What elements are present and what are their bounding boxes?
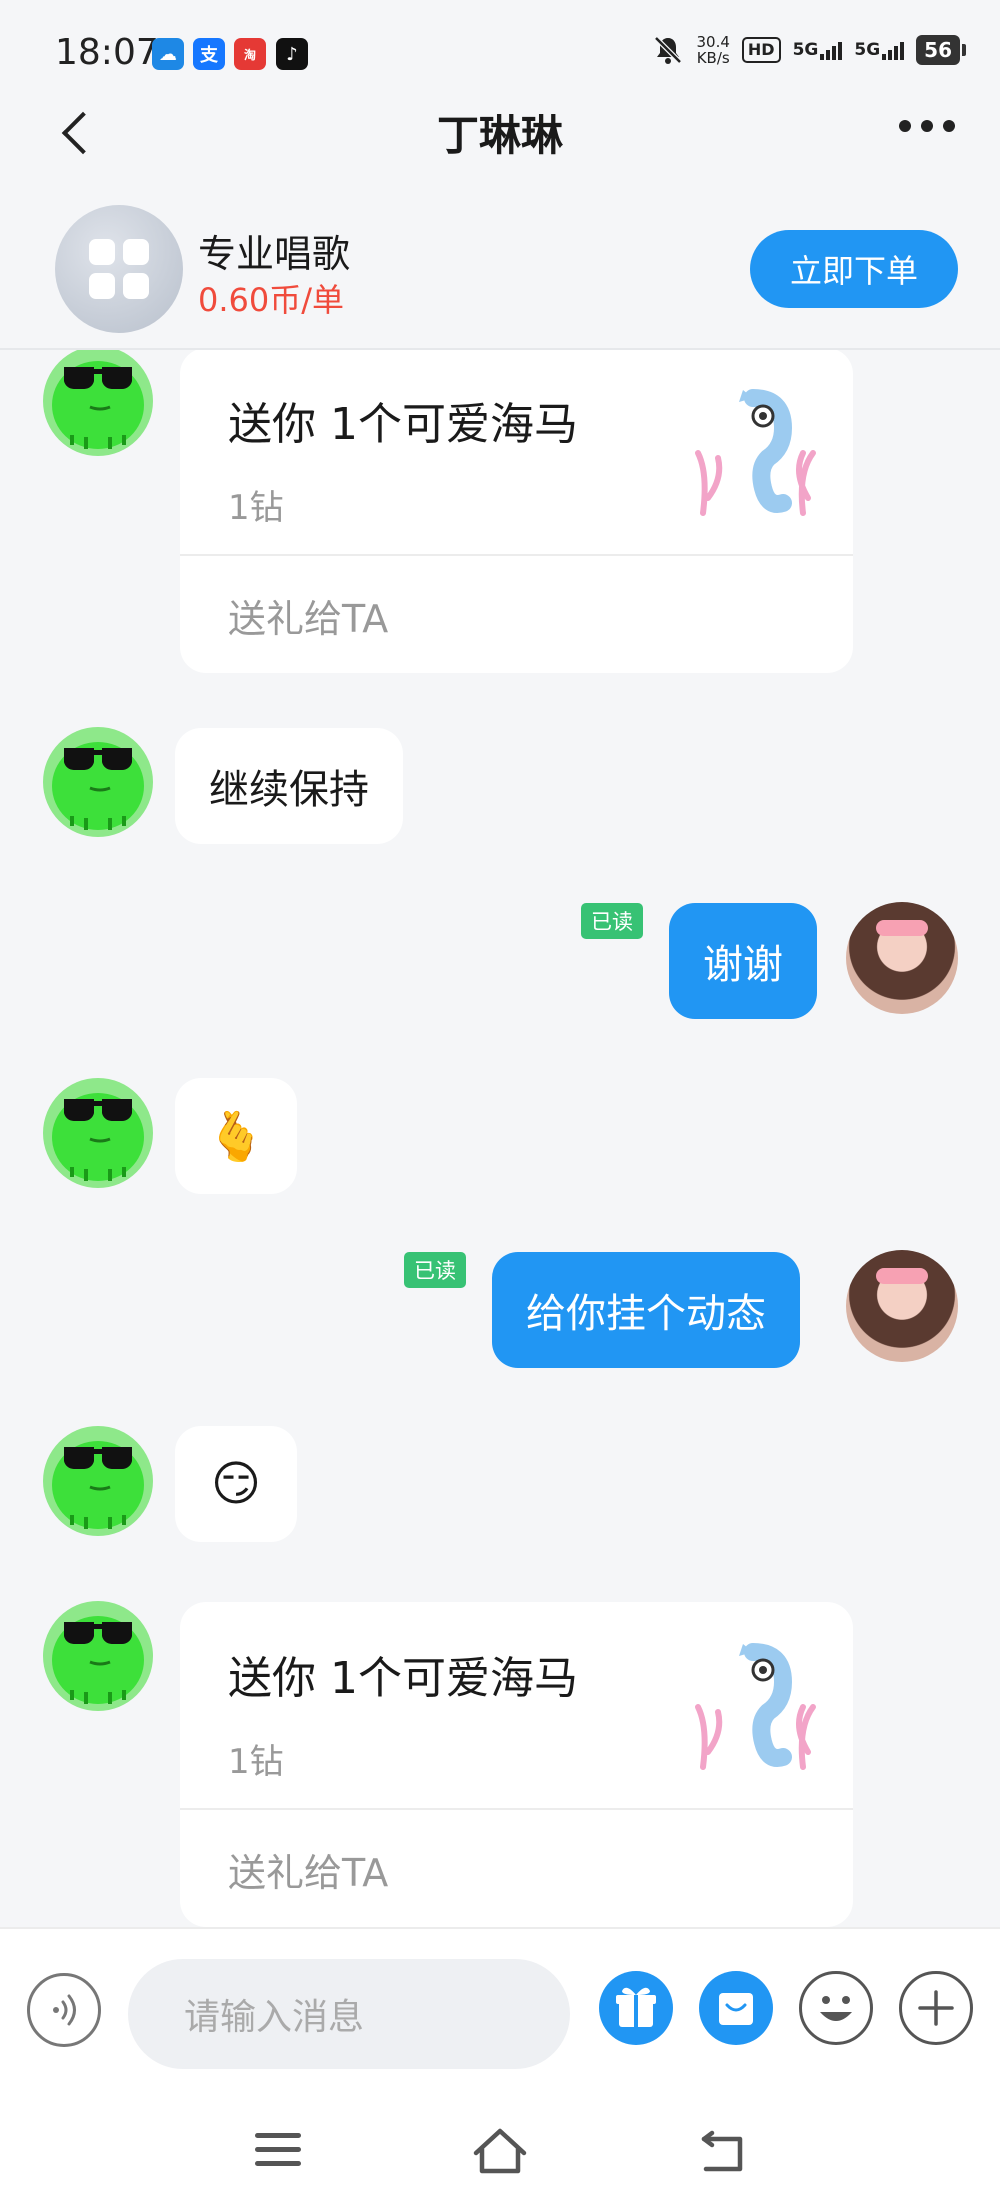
emoji-message[interactable]: 🫰 <box>175 1078 297 1194</box>
taobao-icon: 淘 <box>234 38 266 70</box>
seahorse-gift-icon <box>695 389 816 516</box>
contact-avatar[interactable] <box>42 350 154 457</box>
contact-avatar[interactable] <box>42 1077 154 1189</box>
seahorse-gift-icon <box>695 1643 816 1770</box>
shop-button[interactable] <box>699 1971 773 2045</box>
emoji-button[interactable] <box>799 1971 873 2045</box>
gift-icon <box>616 1987 656 2027</box>
send-gift-button[interactable]: 送礼给TA <box>228 588 388 643</box>
contact-avatar[interactable] <box>42 726 154 838</box>
page-title: 丁琳琳 <box>436 111 563 160</box>
message-input[interactable]: 请输入消息 <box>128 1959 570 2069</box>
send-gift-button[interactable]: 送礼给TA <box>228 1842 388 1897</box>
input-bar: 请输入消息 <box>0 1927 1000 2099</box>
read-receipt-badge: 已读 <box>581 903 643 939</box>
gift-message-card[interactable]: 送你 1个可爱海马 1钻 送礼给TA <box>180 350 853 673</box>
alipay-icon: 支 <box>193 38 225 70</box>
order-now-button[interactable]: 立即下单 <box>750 230 958 308</box>
signal-2: 5G <box>854 40 905 60</box>
message-bubble[interactable]: 继续保持 <box>175 728 403 844</box>
grid-icon <box>89 239 115 265</box>
battery-indicator: 56 <box>916 35 966 65</box>
status-time: 18:07 <box>55 32 159 73</box>
gift-divider <box>180 1808 853 1810</box>
my-avatar[interactable] <box>846 1250 958 1362</box>
emoji-message[interactable]: 😏 <box>175 1426 297 1542</box>
gift-message-card[interactable]: 送你 1个可爱海马 1钻 送礼给TA <box>180 1602 853 1927</box>
chat-messages[interactable]: 送你 1个可爱海马 1钻 送礼给TA 继续保持 已读 谢谢 🫰 已读 给你挂个动… <box>0 350 1000 1927</box>
signal-1: 5G <box>793 40 843 60</box>
voice-icon <box>53 1994 76 2026</box>
status-right: 30.4 KB/s HD 5G 5G 56 <box>652 33 966 67</box>
message-bubble[interactable]: 谢谢 <box>669 903 817 1019</box>
dot-icon <box>921 120 933 132</box>
signal-bars-icon <box>882 42 905 60</box>
more-actions-button[interactable] <box>899 1971 973 2045</box>
more-button[interactable] <box>899 120 955 132</box>
gift-button[interactable] <box>599 1971 673 2045</box>
chat-header: 丁琳琳 <box>0 90 1000 168</box>
signal-bars-icon <box>820 42 843 60</box>
plus-icon <box>918 1990 954 2026</box>
my-avatar[interactable] <box>846 902 958 1014</box>
net-speed: 30.4 KB/s <box>696 33 730 67</box>
gift-title: 送你 1个可爱海马 <box>228 1653 578 1704</box>
mute-bell-icon <box>654 36 683 64</box>
hd-badge: HD <box>741 37 781 63</box>
dot-icon <box>899 120 911 132</box>
contact-avatar[interactable] <box>42 1600 154 1712</box>
service-avatar <box>55 205 183 333</box>
shopping-bag-icon <box>719 1993 753 2025</box>
service-price: 0.60币/单 <box>198 281 345 319</box>
contact-avatar[interactable] <box>42 1425 154 1537</box>
gift-title: 送你 1个可爱海马 <box>228 399 578 450</box>
dot-icon <box>943 120 955 132</box>
service-name: 专业唱歌 <box>198 232 351 276</box>
gift-amount: 1钻 <box>228 1742 284 1782</box>
baidu-netdisk-icon: ☁ <box>152 38 184 70</box>
message-bubble[interactable]: 给你挂个动态 <box>492 1252 800 1368</box>
service-card: 专业唱歌 0.60币/单 立即下单 <box>0 195 1000 350</box>
back-nav-button[interactable] <box>698 2129 748 2175</box>
home-button[interactable] <box>470 2123 530 2179</box>
read-receipt-badge: 已读 <box>404 1252 466 1288</box>
smiley-icon <box>820 1996 852 2021</box>
gift-divider <box>180 554 853 556</box>
system-navigation-bar <box>0 2099 1000 2211</box>
gift-amount: 1钻 <box>228 488 284 528</box>
tiktok-icon: ♪ <box>276 38 308 70</box>
recent-apps-button[interactable] <box>255 2129 301 2175</box>
voice-button[interactable] <box>27 1973 101 2047</box>
